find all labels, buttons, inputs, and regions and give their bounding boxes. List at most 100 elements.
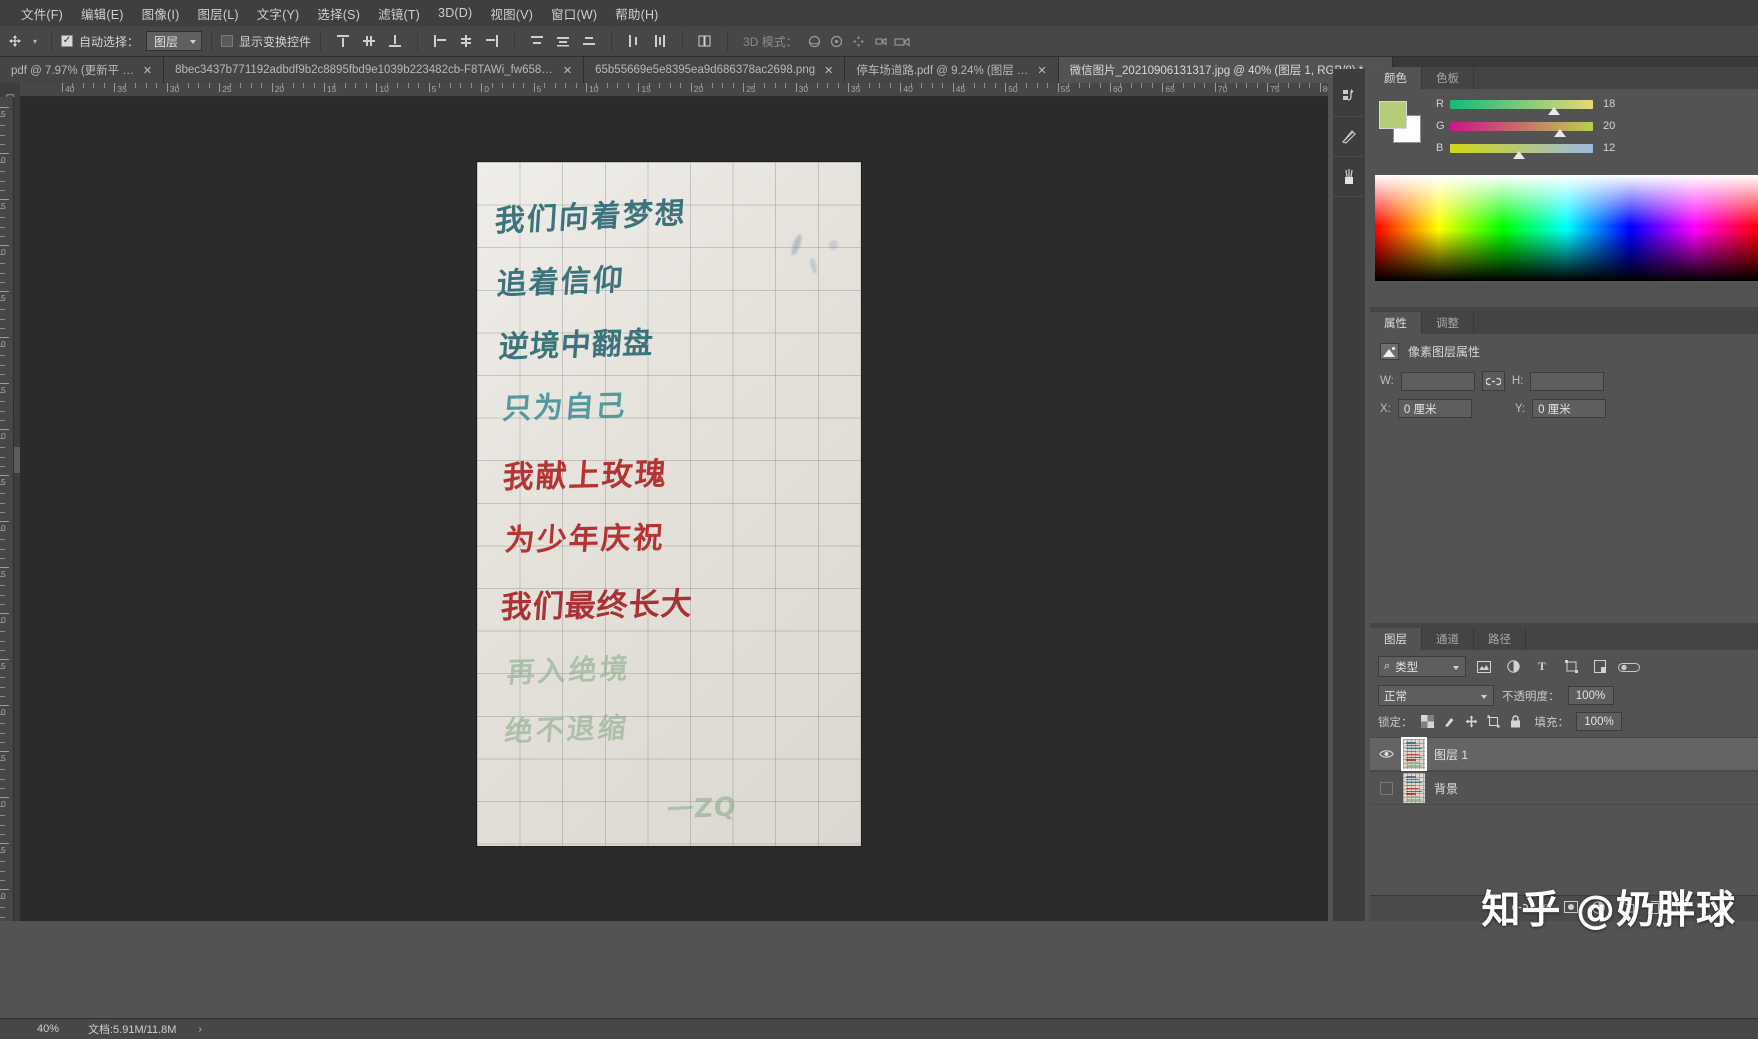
rail-grip[interactable]	[1333, 69, 1365, 77]
align-left-edges-icon[interactable]	[429, 30, 451, 52]
lock-image-pixels-icon[interactable]	[1442, 714, 1457, 729]
auto-align-layers-icon[interactable]	[694, 30, 716, 52]
align-horizontal-centers-icon[interactable]	[455, 30, 477, 52]
color-panel-tab-0[interactable]: 颜色	[1370, 67, 1422, 89]
auto-select-checkbox[interactable]	[61, 35, 73, 47]
layer-visibility-icon[interactable]	[1378, 781, 1394, 795]
align-right-edges-icon[interactable]	[481, 30, 503, 52]
distribute-bottom-edges-icon[interactable]	[578, 30, 600, 52]
menu-item-7[interactable]: 3D(D)	[429, 3, 481, 23]
close-tab-icon[interactable]: ✕	[824, 64, 833, 77]
close-tab-icon[interactable]: ✕	[563, 64, 572, 77]
fill-input[interactable]: 100%	[1576, 712, 1622, 731]
vertical-ruler: 5 0 5 0 5 0 5 0 5 0 5 0 5 0 5 0 5 0	[0, 97, 14, 921]
ruler-subtick	[0, 272, 5, 274]
ruler-tick	[1005, 83, 1007, 92]
layer-row[interactable]: 图层 1	[1370, 737, 1758, 771]
layers-panel-tab-2[interactable]: 路径	[1474, 628, 1526, 650]
menu-item-3[interactable]: 图层(L)	[188, 1, 247, 26]
document-tab-2[interactable]: 65b55669e5e8395ea9d686378ac2698.png ✕	[584, 57, 846, 83]
filter-adjustment-layers-icon[interactable]	[1502, 657, 1524, 677]
layer-filter-dropdown[interactable]: ⌕ 类型	[1378, 656, 1466, 677]
brush-presets-panel-icon[interactable]	[1333, 157, 1365, 197]
lock-transparent-pixels-icon[interactable]	[1420, 714, 1435, 729]
tool-preset-caret-icon[interactable]: ▾	[28, 37, 42, 46]
canvas-area[interactable]: 我们向着梦想 追着信仰 逆境中翻盘 只为自己 我献上玫瑰 为少年庆祝 我们最终长大 再入绝境绝…	[20, 97, 1328, 921]
distribute-horizontal-centers-icon[interactable]	[649, 30, 671, 52]
zoom-level-field[interactable]: 40%	[0, 1018, 66, 1039]
document-image[interactable]: 我们向着梦想 追着信仰 逆境中翻盘 只为自己 我献上玫瑰 为少年庆祝 我们最终长大 再入绝境绝…	[477, 162, 861, 846]
filter-pixel-layers-icon[interactable]	[1473, 657, 1495, 677]
document-tab-0[interactable]: pdf @ 7.97% (更新平 … ✕	[0, 57, 165, 83]
filter-smart-objects-icon[interactable]	[1589, 657, 1611, 677]
b-slider-thumb[interactable]	[1513, 150, 1525, 159]
close-tab-icon[interactable]: ✕	[1037, 64, 1046, 77]
menu-item-6[interactable]: 滤镜(T)	[369, 1, 429, 26]
color-slider-b[interactable]: B 12	[1436, 142, 1615, 159]
history-panel-icon[interactable]	[1333, 77, 1365, 117]
layer-row[interactable]: 背景	[1370, 771, 1758, 805]
align-top-edges-icon[interactable]	[332, 30, 354, 52]
pan-3d-icon[interactable]	[848, 30, 870, 52]
layer-visibility-icon[interactable]	[1378, 749, 1394, 759]
menu-item-5[interactable]: 选择(S)	[308, 1, 369, 26]
width-input[interactable]	[1400, 371, 1475, 391]
adjustments-panel-icon[interactable]	[1333, 117, 1365, 157]
blend-mode-dropdown[interactable]: 正常	[1378, 685, 1494, 706]
menu-item-10[interactable]: 帮助(H)	[606, 1, 667, 26]
ruler-subtick	[0, 594, 5, 596]
status-expand-arrow-icon[interactable]: ›	[198, 1024, 201, 1035]
height-input[interactable]	[1530, 371, 1605, 391]
layers-panel-tab-1[interactable]: 通道	[1422, 628, 1474, 650]
color-swatches[interactable]	[1379, 101, 1425, 143]
layer-visibility-empty[interactable]	[1379, 781, 1393, 795]
color-panel-tab-1[interactable]: 色板	[1422, 67, 1474, 89]
slide-3d-icon[interactable]	[870, 30, 892, 52]
document-tab-3[interactable]: 停车场道路.pdf @ 9.24% (图层 … ✕	[845, 57, 1059, 83]
menu-item-4[interactable]: 文字(Y)	[248, 1, 309, 26]
lock-all-icon[interactable]	[1508, 714, 1523, 729]
menu-item-9[interactable]: 窗口(W)	[542, 1, 606, 26]
rotate-3d-icon[interactable]	[804, 30, 826, 52]
r-slider-track[interactable]	[1450, 99, 1593, 115]
r-slider-thumb[interactable]	[1548, 106, 1560, 115]
roll-3d-icon[interactable]	[826, 30, 848, 52]
b-slider-track[interactable]	[1450, 143, 1593, 159]
filter-type-layers-icon[interactable]: T	[1531, 657, 1553, 677]
foreground-color-swatch[interactable]	[1379, 101, 1407, 129]
distribute-vertical-centers-icon[interactable]	[552, 30, 574, 52]
auto-select-scope-dropdown[interactable]: 图层	[146, 31, 203, 51]
color-slider-g[interactable]: G 20	[1436, 120, 1615, 137]
menu-item-0[interactable]: 文件(F)	[12, 1, 72, 26]
camera-3d-icon[interactable]	[892, 30, 914, 52]
link-aspect-ratio-icon[interactable]	[1481, 371, 1505, 391]
g-slider-track[interactable]	[1450, 121, 1593, 137]
document-tab-1[interactable]: 8bec3437b771192adbdf9b2c8895fbd9e1039b22…	[164, 57, 585, 83]
color-spectrum-picker[interactable]	[1375, 175, 1758, 281]
menu-item-2[interactable]: 图像(I)	[133, 1, 189, 26]
distribute-left-edges-icon[interactable]	[623, 30, 645, 52]
lock-position-icon[interactable]	[1464, 714, 1479, 729]
color-slider-r[interactable]: R 18	[1436, 98, 1615, 115]
align-vertical-centers-icon[interactable]	[358, 30, 380, 52]
ruler-label: 5	[1, 753, 6, 763]
g-slider-thumb[interactable]	[1554, 128, 1566, 137]
layers-panel-tab-0[interactable]: 图层	[1370, 628, 1422, 650]
menu-item-1[interactable]: 编辑(E)	[72, 1, 133, 26]
filter-shape-layers-icon[interactable]	[1560, 657, 1582, 677]
align-bottom-edges-icon[interactable]	[384, 30, 406, 52]
x-input[interactable]: 0 厘米	[1397, 399, 1472, 418]
ruler-subtick	[0, 410, 5, 412]
show-transform-checkbox[interactable]	[221, 35, 234, 47]
menu-item-8[interactable]: 视图(V)	[481, 1, 542, 26]
ruler-tick	[0, 429, 9, 430]
distribute-top-edges-icon[interactable]	[526, 30, 548, 52]
properties-panel-tab-0[interactable]: 属性	[1370, 312, 1422, 334]
opacity-input[interactable]: 100%	[1567, 686, 1614, 705]
close-tab-icon[interactable]: ✕	[143, 64, 152, 77]
properties-panel-tab-1[interactable]: 调整	[1422, 312, 1474, 334]
lock-artboard-nesting-icon[interactable]	[1486, 714, 1501, 729]
y-input[interactable]: 0 厘米	[1532, 399, 1607, 418]
move-tool-icon[interactable]	[2, 29, 28, 53]
filter-toggle-icon[interactable]	[1618, 657, 1640, 677]
